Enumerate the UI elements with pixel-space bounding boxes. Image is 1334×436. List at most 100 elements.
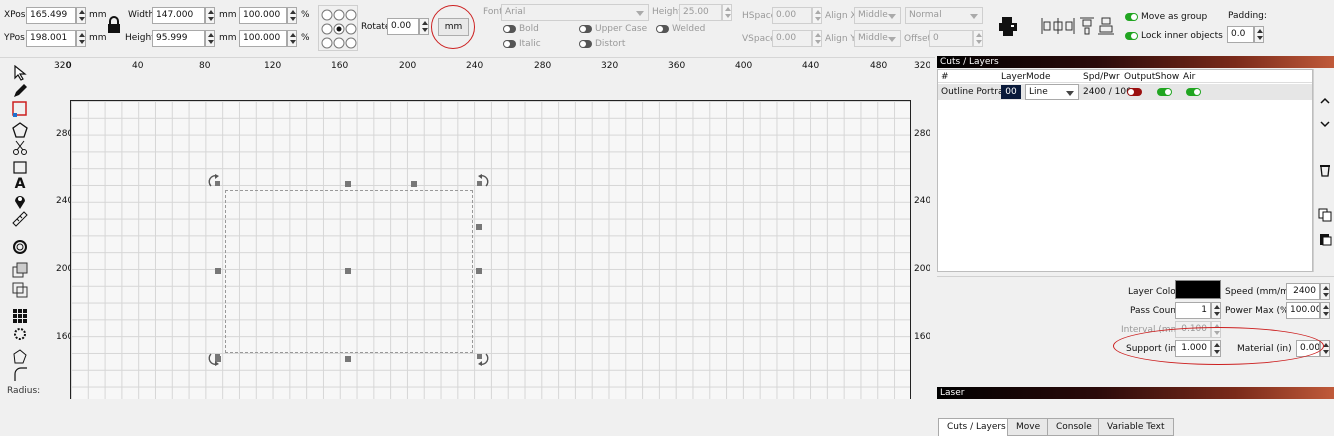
align-x-select[interactable]: Middle xyxy=(854,7,901,24)
font-height-spinner[interactable] xyxy=(722,4,732,21)
power-max-input[interactable]: 100.00 xyxy=(1286,302,1320,319)
pass-count-label: Pass Count xyxy=(1130,306,1180,316)
move-as-group-label: Move as group xyxy=(1141,12,1208,22)
rotate-handle-icon[interactable] xyxy=(207,173,223,189)
pencil-tool-icon[interactable] xyxy=(10,82,30,100)
hspace-spinner[interactable] xyxy=(812,7,822,24)
pass-count-input[interactable]: 1 xyxy=(1175,302,1211,319)
rotate-spinner[interactable] xyxy=(419,18,429,35)
ypos-spinner[interactable] xyxy=(76,30,86,47)
node-edit-tool-icon[interactable] xyxy=(10,348,30,366)
paste-icon[interactable] xyxy=(1318,232,1332,246)
height-input[interactable]: 95.999 xyxy=(152,30,205,47)
mode-select[interactable]: Line xyxy=(1025,84,1079,100)
padding-spinner[interactable] xyxy=(1254,26,1264,43)
power-max-spinner[interactable] xyxy=(1320,302,1330,319)
resize-handle[interactable] xyxy=(345,181,351,187)
select-tool-icon[interactable] xyxy=(10,64,30,82)
width-spinner[interactable] xyxy=(205,7,215,24)
xpos-input[interactable]: 165.499 xyxy=(26,7,76,24)
column-header: Air xyxy=(1183,72,1196,82)
height-percent-spinner[interactable] xyxy=(287,30,297,47)
resize-handle[interactable] xyxy=(476,224,482,230)
speed-spinner[interactable] xyxy=(1320,283,1330,300)
lock-inner-objects-toggle[interactable] xyxy=(1125,32,1138,40)
welded-toggle[interactable] xyxy=(656,25,669,33)
copy-icon[interactable] xyxy=(1318,208,1332,222)
tab-cuts-layers[interactable]: Cuts / Layers xyxy=(938,418,1015,436)
column-header: # xyxy=(941,72,949,82)
lock-aspect-icon[interactable] xyxy=(107,16,121,34)
align-y-select[interactable]: Middle xyxy=(854,30,901,47)
move-as-group-toggle[interactable] xyxy=(1125,13,1138,21)
resize-handle[interactable] xyxy=(476,268,482,274)
rotate-handle-icon[interactable] xyxy=(474,351,490,367)
xpos-spinner[interactable] xyxy=(76,7,86,24)
offset-label: Offset xyxy=(904,34,932,44)
canvas-area[interactable]: 320 0 40 80 120 160 200 240 280 320 360 … xyxy=(50,59,930,399)
text-tool-icon[interactable]: A xyxy=(10,175,30,193)
frame-tool-icon[interactable] xyxy=(10,158,30,176)
circular-array-tool-icon[interactable] xyxy=(10,325,30,343)
ruler-label: 320 xyxy=(914,61,930,71)
text-mode-select[interactable]: Normal xyxy=(905,7,983,24)
width-percent-spinner[interactable] xyxy=(287,7,297,24)
output-toggle[interactable] xyxy=(1127,88,1142,96)
measure-tool-icon[interactable] xyxy=(10,210,30,228)
resize-handle[interactable] xyxy=(345,356,351,362)
rotate-input[interactable]: 0.00 xyxy=(387,18,419,35)
ypos-input[interactable]: 198.001 xyxy=(26,30,76,47)
tab-move[interactable]: Move xyxy=(1007,418,1050,436)
show-toggle[interactable] xyxy=(1157,88,1172,96)
laser-head-icon[interactable] xyxy=(998,15,1018,37)
corner-radius-tool-icon[interactable] xyxy=(10,365,30,383)
align-left-icon xyxy=(1041,18,1051,34)
rotate-handle-icon[interactable] xyxy=(207,351,223,367)
font-height-input[interactable]: 25.00 xyxy=(679,4,722,21)
move-down-icon[interactable] xyxy=(1318,117,1332,131)
tab-variable-text[interactable]: Variable Text xyxy=(1098,418,1174,436)
height-spinner[interactable] xyxy=(205,30,215,47)
offset-spinner[interactable] xyxy=(973,30,983,47)
resize-handle[interactable] xyxy=(411,181,417,187)
offset-tool-icon[interactable] xyxy=(10,238,30,256)
resize-handle[interactable] xyxy=(215,268,221,274)
pass-count-spinner[interactable] xyxy=(1211,302,1221,319)
tab-console[interactable]: Console xyxy=(1047,418,1101,436)
vspace-input[interactable]: 0.00 xyxy=(772,30,812,47)
upper-case-toggle[interactable] xyxy=(579,25,592,33)
width-input[interactable]: 147.000 xyxy=(152,7,205,24)
padding-label: Padding: xyxy=(1228,11,1267,21)
trash-icon[interactable] xyxy=(1318,163,1332,177)
boolean-tool-icon[interactable] xyxy=(10,281,30,299)
font-value: Arial xyxy=(505,7,526,17)
hspace-input[interactable]: 0.00 xyxy=(772,7,812,24)
bold-toggle[interactable] xyxy=(503,25,516,33)
distort-toggle[interactable] xyxy=(579,40,592,48)
top-toolbar: XPos 165.499 mm YPos 198.001 mm Width 14… xyxy=(0,0,1334,58)
rectangle-tool-icon[interactable] xyxy=(10,100,30,118)
air-toggle[interactable] xyxy=(1186,88,1201,96)
weld-tool-icon[interactable] xyxy=(10,261,30,279)
italic-toggle[interactable] xyxy=(503,40,516,48)
layer-color-chip[interactable]: 00 xyxy=(1001,85,1021,99)
move-up-icon[interactable] xyxy=(1318,94,1332,108)
position-tool-icon[interactable] xyxy=(10,193,30,211)
scissors-tool-icon[interactable] xyxy=(10,139,30,157)
speed-input[interactable]: 2400 xyxy=(1286,283,1320,300)
padding-input[interactable]: 0.0 xyxy=(1227,26,1254,43)
right-panel: Cuts / Layers # Layer Mode Spd/Pwr Outpu… xyxy=(935,56,1334,436)
rotate-handle-icon[interactable] xyxy=(474,173,490,189)
grid-array-tool-icon[interactable] xyxy=(10,307,30,325)
polygon-tool-icon[interactable] xyxy=(10,121,30,139)
vspace-spinner[interactable] xyxy=(812,30,822,47)
width-percent-input[interactable]: 100.000 xyxy=(239,7,287,24)
table-row[interactable]: Outline Portrait 00 Line 2400 / 100 xyxy=(938,84,1312,100)
layer-color-swatch[interactable] xyxy=(1175,280,1221,299)
center-handle[interactable] xyxy=(345,268,351,274)
align-x-label: Align X xyxy=(825,11,857,21)
offset-input[interactable]: 0 xyxy=(929,30,973,47)
height-percent-input[interactable]: 100.000 xyxy=(239,30,287,47)
workspace-grid[interactable] xyxy=(70,100,911,399)
font-select[interactable]: Arial xyxy=(501,4,649,21)
